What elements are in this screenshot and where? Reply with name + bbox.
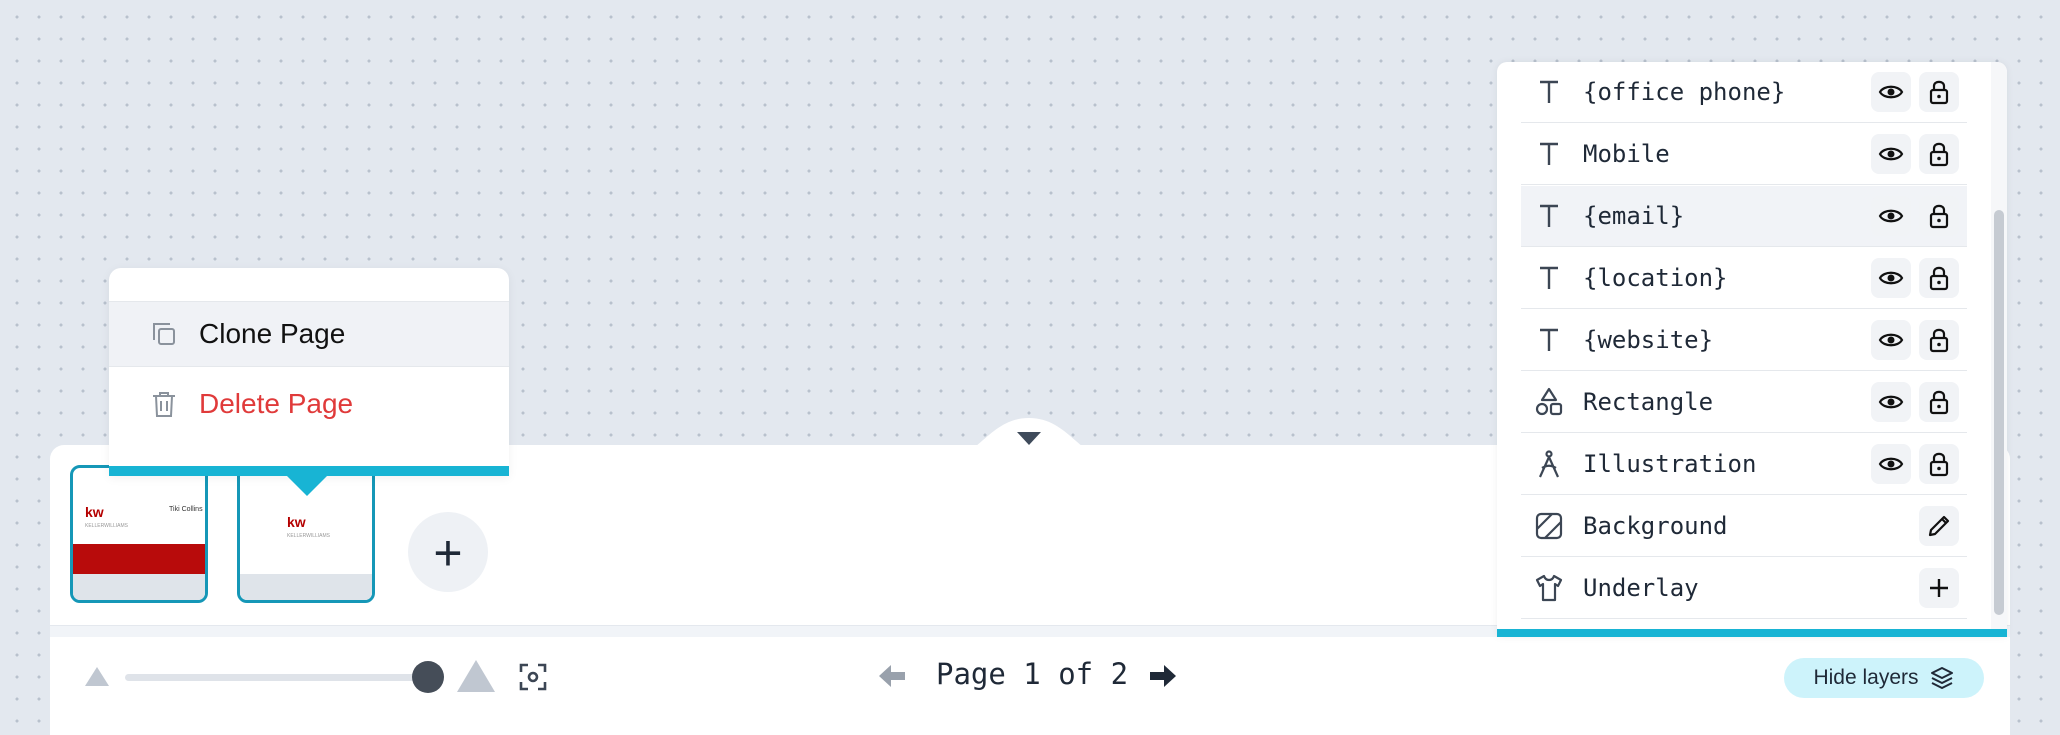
lock-icon: [1929, 204, 1949, 229]
layers-panel: {office phone} Mobile {email} {location} {we…: [1497, 62, 2007, 637]
layers-icon: [1930, 667, 1953, 689]
clone-page-label: Clone Page: [199, 318, 346, 349]
text-icon: [1540, 328, 1558, 351]
edit-button[interactable]: [1919, 506, 1959, 546]
page-thumbnail-1[interactable]: kw KELLERWILLIAMS Tiki Collins: [70, 465, 208, 603]
plus-icon: +: [433, 525, 463, 581]
thumbnail-footer: [73, 574, 205, 600]
visibility-toggle-button[interactable]: [1871, 320, 1911, 360]
clone-page-menu-item[interactable]: Clone Page: [109, 301, 509, 367]
layer-row[interactable]: {email}: [1521, 186, 1967, 247]
text-icon: [1540, 142, 1558, 165]
lock-button[interactable]: [1919, 134, 1959, 174]
visibility-toggle-button[interactable]: [1871, 258, 1911, 298]
visibility-toggle-button[interactable]: [1871, 134, 1911, 174]
layer-name: {location}: [1583, 264, 1728, 292]
thumbnail-red-band: [73, 544, 205, 578]
layer-row[interactable]: Illustration: [1521, 434, 1967, 495]
layer-row[interactable]: {website}: [1521, 310, 1967, 371]
pencil-icon: [1928, 515, 1950, 537]
text-icon: [1540, 266, 1558, 289]
text-icon: [1540, 204, 1558, 227]
logo-subtitle: KELLERWILLIAMS: [85, 523, 128, 529]
thumbnail-footer: [240, 574, 372, 600]
layer-name: {email}: [1583, 202, 1685, 230]
visibility-toggle-button[interactable]: [1871, 72, 1911, 112]
eye-icon: [1878, 85, 1904, 99]
layer-name: Mobile: [1583, 140, 1670, 168]
layer-row[interactable]: Underlay: [1521, 558, 1967, 619]
lock-icon: [1929, 142, 1949, 167]
layer-name: Rectangle: [1583, 388, 1714, 416]
lock-button[interactable]: [1919, 72, 1959, 112]
lock-icon: [1929, 452, 1949, 477]
scrollbar-thumb[interactable]: [1994, 210, 2004, 615]
eye-icon: [1878, 333, 1904, 347]
lock-icon: [1929, 80, 1949, 105]
hide-layers-label: Hide layers: [1813, 666, 1919, 689]
lock-button[interactable]: [1919, 258, 1959, 298]
page-indicator: Page 1 of 2: [936, 657, 1129, 691]
layer-name: {office phone}: [1583, 78, 1786, 106]
shapes-icon: [1535, 387, 1563, 416]
delete-page-menu-item[interactable]: Delete Page: [109, 372, 509, 436]
kw-logo: kw: [85, 504, 104, 520]
layer-row[interactable]: {location}: [1521, 248, 1967, 309]
zoom-slider-handle[interactable]: [412, 661, 444, 693]
lock-button[interactable]: [1919, 444, 1959, 484]
footer-toolbar: Page 1 of 2 Hide layers: [50, 637, 2010, 712]
copy-icon: [153, 323, 175, 345]
pen-nib-icon: [1538, 450, 1560, 478]
eye-icon: [1878, 147, 1904, 161]
lock-icon: [1929, 266, 1949, 291]
hide-layers-button[interactable]: Hide layers: [1784, 658, 1984, 698]
next-page-arrow-icon[interactable]: [1148, 664, 1178, 688]
eye-icon: [1878, 271, 1904, 285]
previous-page-arrow-icon[interactable]: [877, 664, 907, 688]
add-page-button[interactable]: +: [408, 512, 488, 592]
plus-icon: [1930, 579, 1948, 597]
visibility-toggle-button[interactable]: [1871, 444, 1911, 484]
kw-logo: kw: [287, 514, 306, 530]
logo-subtitle: KELLERWILLIAMS: [287, 533, 330, 539]
layer-row[interactable]: Rectangle: [1521, 372, 1967, 433]
layer-row[interactable]: {office phone}: [1521, 62, 1967, 123]
layers-scrollbar[interactable]: [1991, 62, 2007, 637]
lock-icon: [1929, 390, 1949, 415]
layer-name: Underlay: [1583, 574, 1699, 602]
lock-button[interactable]: [1919, 196, 1959, 236]
thumbnail-name-text: Tiki Collins: [169, 506, 203, 513]
visibility-toggle-button[interactable]: [1871, 382, 1911, 422]
shirt-icon: [1535, 574, 1563, 602]
layers-accent-bar: [1497, 629, 2007, 637]
text-icon: [1540, 80, 1558, 103]
fit-to-screen-icon[interactable]: [518, 662, 548, 692]
layer-row[interactable]: Mobile: [1521, 124, 1967, 185]
page-context-menu: Clone Page Delete Page: [109, 268, 509, 496]
layer-name: Illustration: [1583, 450, 1757, 478]
zoom-in-icon[interactable]: [456, 659, 496, 693]
trash-icon: [153, 392, 175, 417]
lock-button[interactable]: [1919, 382, 1959, 422]
eye-icon: [1878, 457, 1904, 471]
lock-button[interactable]: [1919, 320, 1959, 360]
zoom-out-icon[interactable]: [84, 665, 110, 687]
background-icon: [1535, 512, 1563, 540]
zoom-slider-track[interactable]: [125, 674, 425, 681]
delete-page-label: Delete Page: [199, 388, 354, 419]
menu-pointer-arrow: [285, 474, 329, 496]
add-layer-button[interactable]: [1919, 568, 1959, 608]
lock-icon: [1929, 328, 1949, 353]
layer-name: {website}: [1583, 326, 1714, 354]
layer-row[interactable]: Background: [1521, 496, 1967, 557]
eye-icon: [1878, 395, 1904, 409]
layer-name: Background: [1583, 512, 1728, 540]
eye-icon: [1878, 209, 1904, 223]
visibility-toggle-button[interactable]: [1871, 196, 1911, 236]
